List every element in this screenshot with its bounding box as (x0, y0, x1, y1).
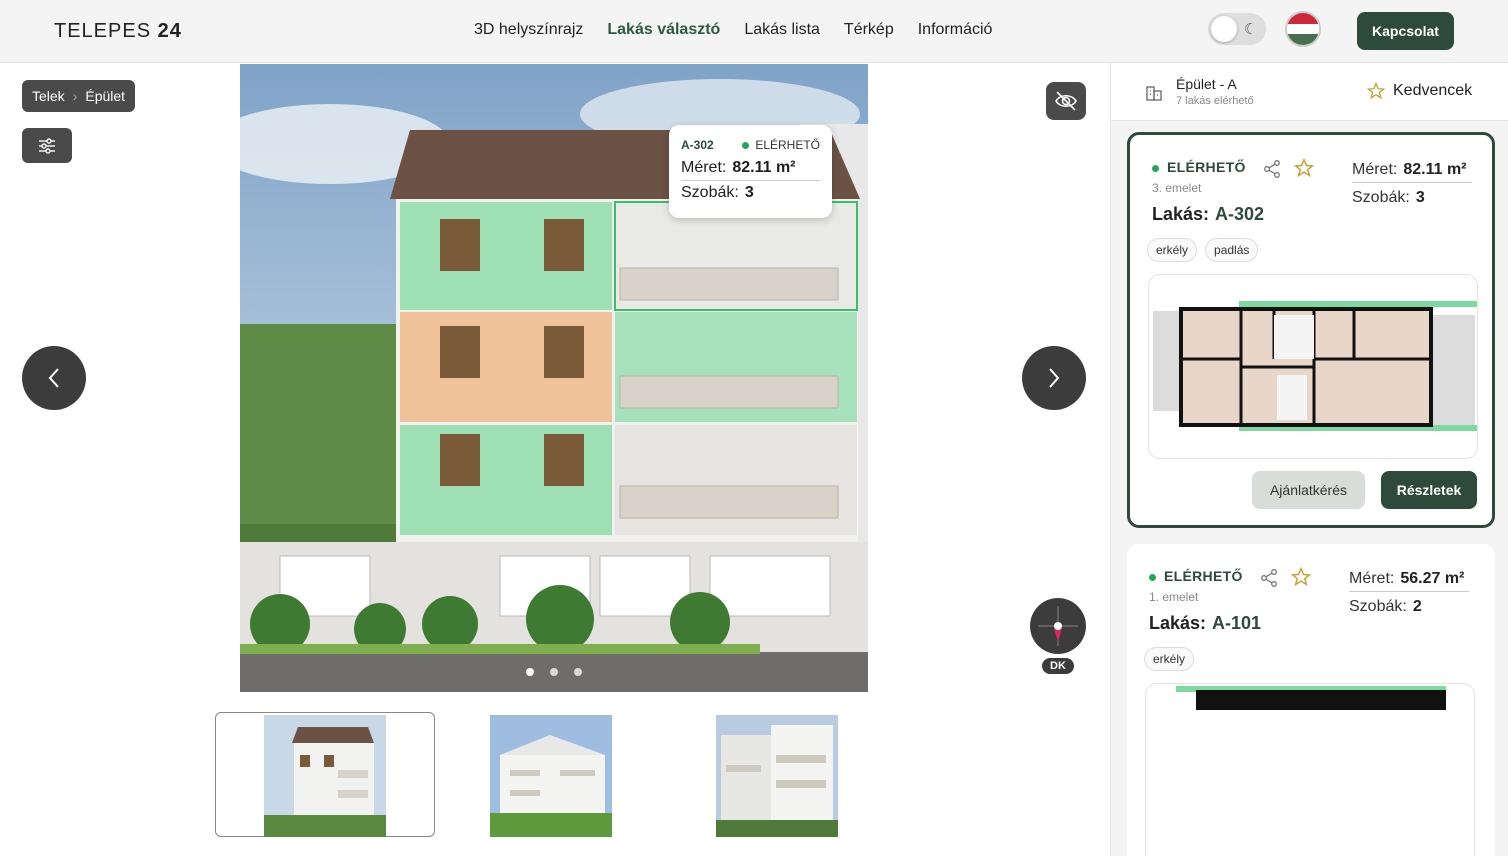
star-icon (1367, 82, 1385, 100)
tooltip-rooms-value: 3 (744, 184, 754, 201)
tooltip-size-label: Méret: (681, 159, 727, 176)
breadcrumb-item-building[interactable]: Épület (85, 88, 125, 104)
card-tags: erkély (1144, 647, 1195, 671)
card-floor: 1. emelet (1149, 590, 1199, 604)
floor-plan-image[interactable] (1148, 274, 1478, 459)
chevron-right-icon (1049, 368, 1060, 388)
tooltip-rooms-label: Szobák: (681, 184, 739, 201)
floor-plan-drawing (1176, 686, 1446, 710)
card-status: ELÉRHETŐ (1149, 568, 1243, 584)
sliders-icon (39, 137, 55, 154)
breadcrumb: Telek › Épület (22, 80, 136, 112)
carousel-dots (526, 668, 582, 676)
brand-logo[interactable]: TELEPES 24 (54, 20, 182, 43)
top-bar: TELEPES 24 3D helyszínrajz Lakás választ… (0, 0, 1508, 63)
compass-needle (1038, 606, 1078, 646)
building-header: Épület - A 7 lakás elérhető Kedvencek (1111, 63, 1508, 121)
star-icon[interactable] (1291, 567, 1311, 587)
card-rooms-value: 2 (1412, 598, 1422, 615)
nav-item-unit-list[interactable]: Lakás lista (744, 21, 820, 39)
building-title: Épület - A (1176, 76, 1237, 92)
tooltip-size-value: 82.11 m² (732, 159, 796, 176)
details-button[interactable]: Részletek (1381, 471, 1477, 509)
share-icon[interactable] (1262, 159, 1282, 179)
carousel-dot-2[interactable] (550, 668, 558, 676)
moon-icon: ☾ (1244, 21, 1258, 38)
main-nav: 3D helyszínrajz Lakás választó Lakás lis… (474, 21, 992, 39)
unit-card-a302[interactable]: ELÉRHETŐ 3. emelet Lakás: A-302 Méret: 82.… (1127, 132, 1495, 528)
card-tags: erkély padlás (1147, 238, 1259, 262)
card-status-text: ELÉRHETŐ (1167, 159, 1246, 175)
tooltip-unit: A-302 (681, 138, 714, 152)
unit-sidebar: Épület - A 7 lakás elérhető Kedvencek EL… (1110, 63, 1508, 856)
next-building-button[interactable] (1022, 346, 1086, 410)
card-unit-title: Lakás: A-302 (1152, 204, 1264, 225)
nav-item-unit-selector[interactable]: Lakás választó (607, 21, 720, 39)
building-subtitle: 7 lakás elérhető (1176, 95, 1254, 107)
breadcrumb-item-plot[interactable]: Telek (32, 88, 65, 104)
language-flag-hungary-icon[interactable] (1285, 11, 1321, 47)
card-size-label: Méret: (1352, 161, 1398, 178)
unit-card-a101[interactable]: ELÉRHETŐ 1. emelet Lakás: A-101 Méret: 56.… (1127, 544, 1495, 856)
floor-plan-image[interactable] (1145, 683, 1475, 856)
nav-item-information[interactable]: Információ (918, 21, 993, 39)
carousel-dot-3[interactable] (574, 668, 582, 676)
favorites-button[interactable]: Kedvencek (1367, 82, 1472, 100)
floor-plan-drawing (1153, 301, 1477, 431)
previous-building-button[interactable] (22, 346, 86, 410)
carousel-dot-1[interactable] (526, 668, 534, 676)
card-unit-label: Lakás: (1152, 204, 1210, 224)
card-specs: Méret: 56.27 m² Szobák: 2 (1349, 570, 1469, 616)
share-icon[interactable] (1259, 568, 1279, 588)
card-rooms-label: Szobák: (1349, 598, 1407, 615)
thumbnail-view-3[interactable] (716, 715, 838, 837)
contact-button[interactable]: Kapcsolat (1357, 12, 1454, 50)
thumbnail-image-3 (716, 715, 838, 837)
tag-balcony: erkély (1144, 647, 1195, 671)
card-specs: Méret: 82.11 m² Szobák: 3 (1352, 161, 1472, 207)
card-size-label: Méret: (1349, 570, 1395, 587)
toggle-knob (1211, 16, 1237, 42)
tag-balcony: erkély (1147, 238, 1198, 262)
building-icon (1146, 86, 1162, 101)
card-status-text: ELÉRHETŐ (1164, 568, 1243, 584)
thumbnail-image-2 (490, 715, 612, 837)
chevron-left-icon (48, 368, 59, 388)
card-unit-label: Lakás: (1149, 613, 1207, 633)
card-unit-value: A-101 (1212, 613, 1262, 633)
compass-icon[interactable] (1030, 598, 1086, 654)
tooltip-status: ELÉRHETŐ (755, 138, 820, 152)
chevron-right-icon: › (72, 88, 78, 104)
nav-item-3d-site-plan[interactable]: 3D helyszínrajz (474, 21, 583, 39)
compass-direction-label: DK (1042, 658, 1074, 674)
status-dot (1152, 164, 1159, 172)
status-dot (742, 142, 750, 150)
thumbnail-image-1 (264, 715, 386, 837)
hide-overlay-button[interactable] (1046, 82, 1086, 120)
eye-off-icon (1055, 91, 1077, 111)
filter-button[interactable] (22, 128, 72, 163)
thumbnail-view-1[interactable] (264, 715, 386, 837)
card-rooms-label: Szobák: (1352, 189, 1410, 206)
card-rooms-value: 3 (1415, 189, 1425, 206)
card-size-value: 82.11 m² (1403, 161, 1467, 178)
card-size-value: 56.27 m² (1400, 570, 1465, 587)
request-quote-button[interactable]: Ajánlatkérés (1252, 471, 1365, 509)
card-unit-value: A-302 (1215, 204, 1265, 224)
card-unit-title: Lakás: A-101 (1149, 613, 1261, 634)
unit-hover-tooltip: A-302 ELÉRHETŐ Méret: 82.11 m² Szobák: 3 (669, 125, 832, 218)
nav-item-map[interactable]: Térkép (844, 21, 894, 39)
tag-attic: padlás (1205, 238, 1259, 262)
favorites-label: Kedvencek (1393, 82, 1473, 99)
star-icon[interactable] (1294, 158, 1314, 178)
dark-mode-toggle[interactable]: ☾ (1208, 13, 1266, 45)
thumbnail-view-2[interactable] (490, 715, 612, 837)
card-status: ELÉRHETŐ (1152, 159, 1246, 175)
status-dot (1149, 573, 1156, 581)
card-floor: 3. emelet (1152, 181, 1202, 195)
